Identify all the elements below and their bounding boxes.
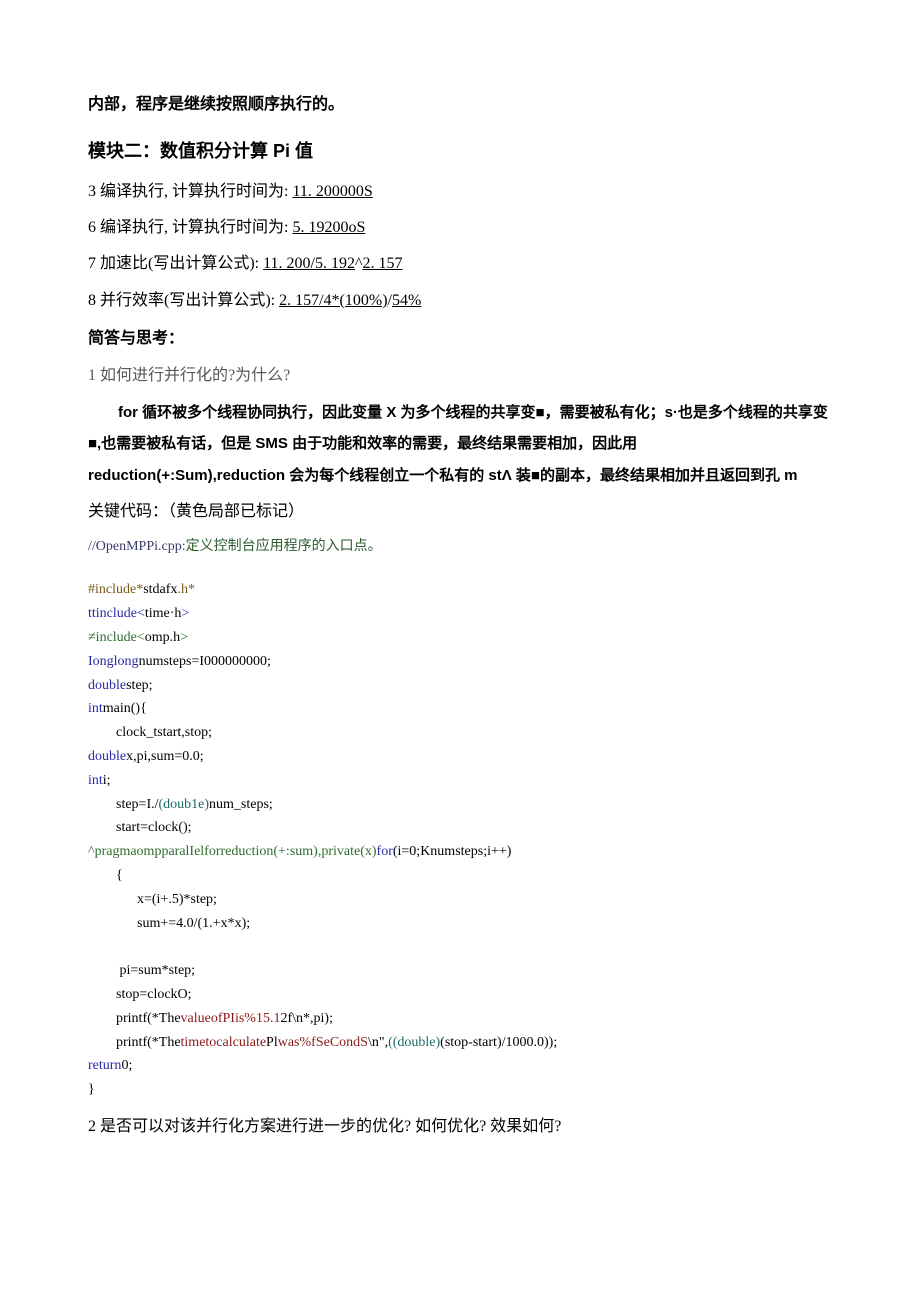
line-3-value: 11. 200000S [292,183,372,200]
code-l19c: 2f\n*,pi); [280,1011,333,1026]
question-1: 1 如何进行并行化的?为什么? [88,361,832,391]
file-comment: //OpenMPPi.cpp:定义控制台应用程序的入口点。 [88,534,832,561]
code-l3b: omp.h [145,630,180,645]
code-l1b: stdafx [143,582,177,597]
code-l5a: double [88,678,126,693]
code-l3a: ≠include< [88,630,145,645]
code-l19a: printf(*The [88,1011,181,1026]
code-l21a: return [88,1058,121,1073]
line-6: 6 编译执行, 计算执行时间为: 5. 19200oS [88,213,832,243]
code-l20g: (stop-start)/1000.0)); [440,1035,557,1050]
code-l6b: main(){ [103,701,147,716]
line-3: 3 编译执行, 计算执行时间为: 11. 200000S [88,177,832,207]
code-block: #include*stdafx.h* ttinclude<time·h> ≠in… [88,578,832,1102]
code-l20f: ((double) [388,1035,440,1050]
qa-heading: 简答与思考： [88,324,832,354]
code-l9a: int [88,773,103,788]
code-l10c: num_steps; [209,797,273,812]
code-l19b: valueofPIis%15.1 [181,1011,281,1026]
code-l1a: #include* [88,582,143,597]
code-l12a: ^pragmaompparalIelforreduction(+:sum),pr… [88,844,377,859]
line-8-value-2: 54% [392,292,421,309]
line-6-value: 5. 19200oS [292,219,365,236]
code-l8b: x,pi,sum=0.0; [126,749,204,764]
answer-1: for 循环被多个线程协同执行，因此变量 X 为多个线程的共享变■，需要被私有化… [88,397,832,492]
code-l12b: for [377,844,393,859]
code-l20a: printf(*The [88,1035,181,1050]
module-title: 模块二：数值积分计算 Pi 值 [88,134,832,168]
code-l2c: > [181,606,189,621]
key-code-label: 关键代码：（黄色局部已标记） [88,497,832,527]
code-l22: } [88,1082,95,1097]
code-l20c: Pl [266,1035,278,1050]
code-l6a: int [88,701,103,716]
code-l14: x=(i+.5)*step; [88,892,217,907]
code-l17: pi=sum*step; [88,963,195,978]
line-7-value-1: 11. 200/5. 192 [263,255,355,272]
code-l18: stop=clockO; [88,987,192,1002]
code-l20e: \n", [368,1035,388,1050]
line-7-prefix: 7 加速比(写出计算公式): [88,255,263,272]
top-note-line: 内部，程序是继续按照顺序执行的。 [88,90,832,120]
line-8: 8 并行效率(写出计算公式): 2. 157/4*(100%)/54% [88,286,832,316]
code-l10b: (doub1e) [159,797,210,812]
code-l1c: .h* [177,582,195,597]
line-3-prefix: 3 编译执行, 计算执行时间为: [88,183,292,200]
code-l5b: step; [126,678,152,693]
code-l4a: Ionglong [88,654,139,669]
code-l11: start=clock(); [88,820,192,835]
line-6-prefix: 6 编译执行, 计算执行时间为: [88,219,292,236]
code-l15: sum+=4.0/(1.+x*x); [88,916,250,931]
code-l12c: (i=0;Knumsteps;i++) [393,844,512,859]
file-comment-desc: 定义控制台应用程序的入口点。 [186,539,382,554]
code-l2b: time·h [145,606,182,621]
code-l21b: 0; [121,1058,132,1073]
line-7: 7 加速比(写出计算公式): 11. 200/5. 192^2. 157 [88,249,832,279]
code-l10a: step=I./ [88,797,159,812]
document-page: 内部，程序是继续按照顺序执行的。 模块二：数值积分计算 Pi 值 3 编译执行,… [0,0,920,1202]
code-l20d: was%fSeCondS [278,1035,368,1050]
code-l2a: ttinclude< [88,606,145,621]
code-l4b: numsteps=I000000000; [139,654,271,669]
code-l7: clock_tstart,stop; [88,725,212,740]
code-l13: { [88,868,123,883]
code-l8a: double [88,749,126,764]
code-l9b: i; [103,773,111,788]
line-8-prefix: 8 并行效率(写出计算公式): [88,292,279,309]
line-8-value-1: 2. 157/4*(100%) [279,292,387,309]
file-comment-path: //OpenMPPi.cpp: [88,539,186,554]
code-l3c: > [180,630,188,645]
code-l20b: timetocalculate [181,1035,267,1050]
question-2: 2 是否可以对该并行化方案进行进一步的优化? 如何优化? 效果如何? [88,1112,832,1142]
line-7-value-2: 2. 157 [362,255,402,272]
